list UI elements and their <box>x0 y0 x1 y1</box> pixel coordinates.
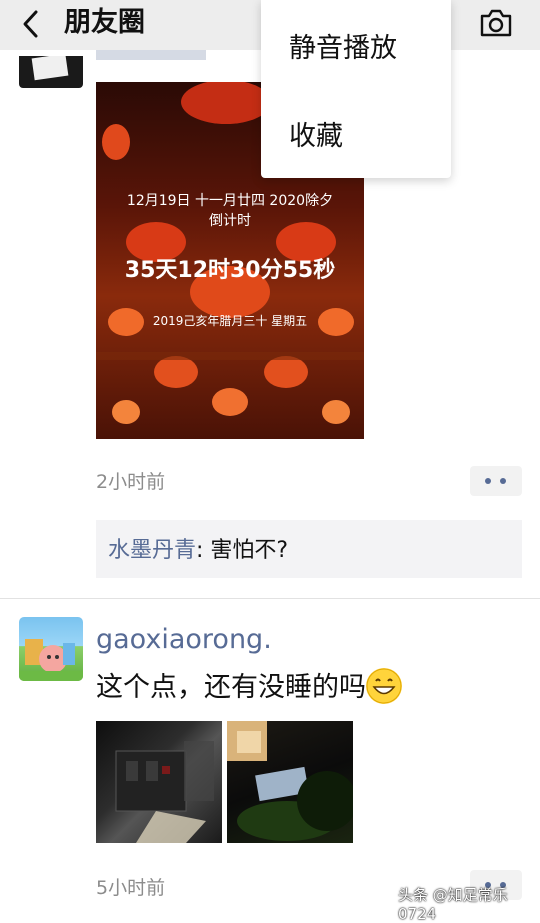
divider <box>0 598 540 599</box>
avatar[interactable] <box>19 56 83 88</box>
camera-icon <box>480 9 512 37</box>
post-time: 2小时前 <box>96 471 166 493</box>
more-options-button[interactable] <box>470 466 522 496</box>
favorite-menu-item[interactable]: 收藏 <box>289 114 343 153</box>
page-title: 朋友圈 <box>64 7 145 38</box>
comment-author[interactable]: 水墨丹青 <box>108 538 196 563</box>
post-text-content: 这个点，还有没睡的吗 <box>96 672 366 703</box>
mute-play-menu-item[interactable]: 静音播放 <box>289 26 397 65</box>
post-photo-thumbnail[interactable] <box>96 721 222 843</box>
image-countdown-value: 35天12时30分55秒 <box>124 258 336 283</box>
dot-icon <box>485 478 491 484</box>
post-time: 5小时前 <box>96 877 166 899</box>
grinning-face-emoji <box>366 668 402 704</box>
avatar-image <box>31 56 69 81</box>
comment-text: : 害怕不? <box>196 538 289 563</box>
comment-item[interactable]: 水墨丹青: 害怕不? <box>108 532 288 564</box>
back-button[interactable] <box>16 7 46 41</box>
image-date-line: 12月19日 十一月廿四 2020除夕 <box>126 193 334 209</box>
dot-icon <box>500 478 506 484</box>
post-text: 这个点，还有没睡的吗 <box>96 665 402 704</box>
photo-image <box>115 741 214 843</box>
post-author-name[interactable]: gaoxiaorong. <box>96 624 272 655</box>
image-lunar-date: 2019己亥年腊月三十 星期五 <box>152 314 308 328</box>
comment-box: 水墨丹青: 害怕不? <box>96 520 522 578</box>
watermark: 头条 @知足常乐0724 <box>398 886 508 923</box>
image-countdown-label: 倒计时 <box>209 213 251 229</box>
post-photo-thumbnail[interactable] <box>227 721 353 843</box>
avatar[interactable] <box>19 617 83 681</box>
camera-button[interactable] <box>476 6 516 40</box>
photo-image <box>227 721 353 841</box>
popup-menu: 静音播放 收藏 <box>261 0 451 178</box>
chevron-left-icon <box>23 10 38 38</box>
avatar-image <box>19 639 83 681</box>
